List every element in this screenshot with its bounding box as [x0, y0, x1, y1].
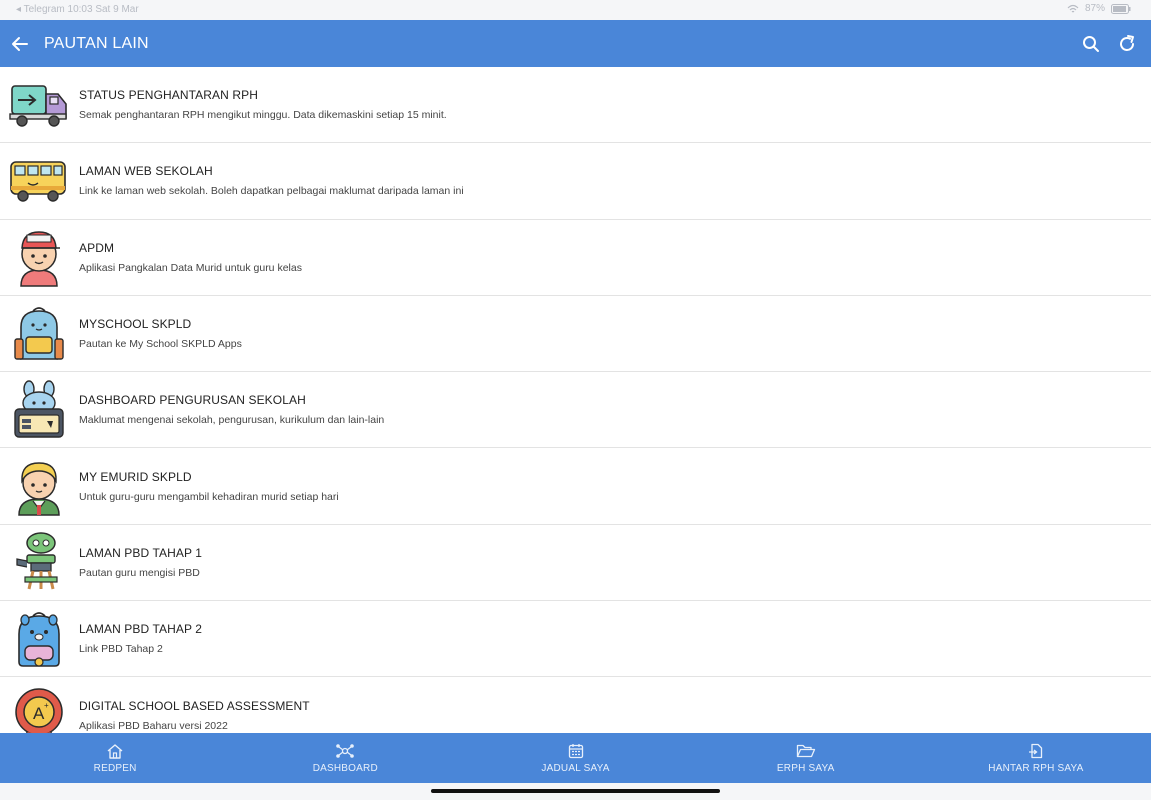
list-item-subtitle: Aplikasi Pangkalan Data Murid untuk guru…	[79, 261, 302, 274]
battery-percent: 87%	[1084, 3, 1105, 14]
list-item-title: LAMAN PBD TAHAP 1	[79, 545, 203, 560]
status-right: 87%	[1067, 3, 1131, 14]
back-button[interactable]	[0, 20, 40, 67]
list-item-subtitle: Link PBD Tahap 2	[79, 643, 163, 656]
nav-tab-label: ERPH SAYA	[776, 762, 835, 774]
app-bar: PAUTAN LAIN	[0, 20, 1151, 67]
status-bar: ◂ Telegram 10:03 Sat 9 Mar 87%	[0, 0, 1151, 20]
page-title: PAUTAN LAIN	[44, 34, 149, 52]
list-item-title: STATUS PENGHANTARAN RPH	[79, 88, 258, 103]
list-item-text: STATUS PENGHANTARAN RPH Semak penghantar…	[79, 88, 447, 121]
list-item-text: LAMAN WEB SEKOLAH Link ke laman web seko…	[79, 164, 464, 197]
calendar-icon	[568, 743, 583, 758]
arrow-left-icon	[12, 36, 28, 51]
refresh-button[interactable]	[1113, 30, 1141, 58]
list-item-title: MY EMURID SKPLD	[79, 469, 192, 484]
student-girl-icon	[6, 453, 72, 519]
list-item-text: MY EMURID SKPLD Untuk guru-guru mengambi…	[79, 470, 339, 503]
list-item-dashboard-pengurusan-sekolah[interactable]: DASHBOARD PENGURUSAN SEKOLAH Maklumat me…	[0, 372, 1151, 449]
list-item-text: LAMAN PBD TAHAP 2 Link PBD Tahap 2	[79, 622, 202, 655]
list-item-text: DASHBOARD PENGURUSAN SEKOLAH Maklumat me…	[79, 393, 384, 426]
pencil-case-icon	[6, 377, 72, 443]
list-item-subtitle: Pautan guru mengisi PBD	[79, 566, 200, 579]
list-item-title: DASHBOARD PENGURUSAN SEKOLAH	[79, 393, 306, 408]
list-item-laman-pbd-tahap-1[interactable]: LAMAN PBD TAHAP 1 Pautan guru mengisi PB…	[0, 525, 1151, 602]
list-item-subtitle: Aplikasi PBD Baharu versi 2022	[79, 719, 228, 732]
file-send-icon	[1028, 743, 1043, 758]
svg-text:+: +	[44, 701, 49, 710]
nav-tab-label: DASHBOARD	[312, 762, 378, 774]
nav-tab-label: JADUAL SAYA	[541, 762, 610, 774]
list-item-digital-school-based-assessment[interactable]: A + DIGITAL SCHOOL BASED ASSESSMENT Apli…	[0, 677, 1151, 733]
app-bar-actions	[1077, 20, 1141, 67]
nav-tab-redpen[interactable]: REDPEN	[0, 733, 230, 783]
network-icon	[336, 743, 355, 758]
list-item-text: DIGITAL SCHOOL BASED ASSESSMENT Aplikasi…	[79, 699, 310, 732]
list-item-laman-pbd-tahap-2[interactable]: LAMAN PBD TAHAP 2 Link PBD Tahap 2	[0, 601, 1151, 678]
student-boy-icon	[6, 224, 72, 290]
list-item-my-emurid-skpld[interactable]: MY EMURID SKPLD Untuk guru-guru mengambi…	[0, 448, 1151, 525]
list-item-text: MYSCHOOL SKPLD Pautan ke My School SKPLD…	[79, 317, 242, 350]
backpack-icon	[6, 301, 72, 367]
list-item-text: APDM Aplikasi Pangkalan Data Murid untuk…	[79, 241, 302, 274]
bottom-nav: REDPEN DASHBOARD JADUAL SAYA ERPH SAYA H…	[0, 733, 1151, 783]
list-item-laman-web-sekolah[interactable]: LAMAN WEB SEKOLAH Link ke laman web seko…	[0, 143, 1151, 220]
list-item-subtitle: Semak penghantaran RPH mengikut minggu. …	[79, 109, 447, 122]
search-icon	[1083, 35, 1099, 52]
wifi-icon	[1067, 4, 1079, 12]
school-desk-icon	[6, 529, 72, 595]
nav-tab-hantar-rph-saya[interactable]: HANTAR RPH SAYA	[921, 733, 1151, 783]
grade-badge-icon: A +	[6, 682, 72, 733]
folder-open-icon	[796, 744, 815, 757]
list-item-title: APDM	[79, 240, 115, 255]
nav-tab-label: HANTAR RPH SAYA	[988, 762, 1084, 774]
list-item-text: LAMAN PBD TAHAP 1 Pautan guru mengisi PB…	[79, 546, 202, 579]
nav-tab-jadual-saya[interactable]: JADUAL SAYA	[460, 733, 690, 783]
nav-tab-erph-saya[interactable]: ERPH SAYA	[691, 733, 921, 783]
list-item-subtitle: Untuk guru-guru mengambil kehadiran muri…	[79, 490, 339, 503]
list-item-subtitle: Pautan ke My School SKPLD Apps	[79, 338, 242, 351]
list-item-apdm[interactable]: APDM Aplikasi Pangkalan Data Murid untuk…	[0, 220, 1151, 296]
list-item-title: DIGITAL SCHOOL BASED ASSESSMENT	[79, 698, 310, 713]
battery-icon	[1111, 3, 1131, 14]
list-item-subtitle: Link ke laman web sekolah. Boleh dapatka…	[79, 185, 464, 198]
nav-tab-label: REDPEN	[93, 762, 137, 774]
list-item-title: MYSCHOOL SKPLD	[79, 317, 192, 332]
list-item-myschool-skpld[interactable]: MYSCHOOL SKPLD Pautan ke My School SKPLD…	[0, 296, 1151, 373]
refresh-icon	[1120, 34, 1134, 51]
blue-backpack-icon	[6, 606, 72, 672]
list-item-title: LAMAN WEB SEKOLAH	[79, 164, 213, 179]
school-bus-icon	[6, 148, 72, 214]
status-left-text: ◂ Telegram 10:03 Sat 9 Mar	[16, 4, 139, 15]
list-item-status-penghantaran-rph[interactable]: STATUS PENGHANTARAN RPH Semak penghantar…	[0, 67, 1151, 144]
list-item-title: LAMAN PBD TAHAP 2	[79, 622, 203, 637]
nav-tab-dashboard[interactable]: DASHBOARD	[230, 733, 460, 783]
home-icon	[107, 743, 123, 759]
home-indicator[interactable]	[431, 789, 720, 793]
list-item-subtitle: Maklumat mengenai sekolah, pengurusan, k…	[79, 414, 385, 427]
home-indicator-bar	[0, 783, 1151, 800]
search-button[interactable]	[1077, 30, 1105, 58]
links-list: STATUS PENGHANTARAN RPH Semak penghantar…	[0, 67, 1151, 733]
delivery-truck-icon	[6, 72, 72, 138]
